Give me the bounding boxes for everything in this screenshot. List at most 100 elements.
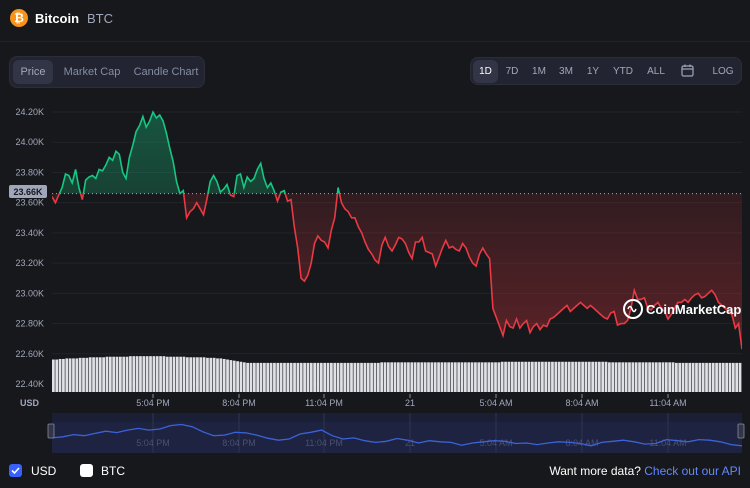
volume-bar xyxy=(316,362,320,392)
volume-bar xyxy=(105,356,109,392)
volume-bar xyxy=(125,356,129,392)
svg-text:23.66K: 23.66K xyxy=(13,187,43,197)
navigator-right-handle[interactable] xyxy=(737,423,745,439)
volume-bar xyxy=(504,361,507,392)
volume-bar xyxy=(407,362,410,392)
volume-bars xyxy=(52,356,742,392)
volume-bar xyxy=(108,356,112,392)
volume-bar xyxy=(390,362,394,392)
volume-bar xyxy=(72,358,75,392)
api-cta: Want more data? Check out our API xyxy=(549,464,741,478)
volume-bar xyxy=(608,362,611,392)
volume-bar xyxy=(601,361,605,392)
volume-bar xyxy=(239,361,243,392)
volume-bar xyxy=(520,361,524,392)
x-tick-label: 11:04 PM xyxy=(305,398,343,408)
watermark: CoinMarketCap xyxy=(623,299,741,319)
volume-bar xyxy=(88,357,92,392)
volume-bar xyxy=(85,357,89,392)
y-axis-ticks: 24.20K 24.00K 23.80K 23.60K 23.40K 23.20K 23.0… xyxy=(15,107,44,389)
y-tick-label: 23.60K xyxy=(15,198,44,208)
volume-bar xyxy=(695,362,698,392)
volume-bar xyxy=(376,362,380,392)
volume-bar xyxy=(252,362,256,392)
btc-checkbox[interactable] xyxy=(80,464,93,477)
y-tick-label: 22.80K xyxy=(15,319,44,329)
volume-bar xyxy=(159,356,162,392)
volume-bar xyxy=(420,362,424,392)
volume-bar xyxy=(129,356,132,392)
volume-bar xyxy=(624,362,628,392)
y-tick-label: 22.60K xyxy=(15,349,44,359)
volume-bar xyxy=(561,361,564,392)
volume-bar xyxy=(654,362,658,392)
navigator[interactable]: 5:04 PM 8:04 PM 11:04 PM 21 5:04 AM 8:04 AM 11… xyxy=(47,413,745,453)
x-tick-label: 5:04 AM xyxy=(479,398,512,408)
volume-bar xyxy=(587,361,591,392)
volume-bar xyxy=(98,357,102,392)
volume-bar xyxy=(286,362,290,392)
volume-bar xyxy=(216,358,219,392)
volume-bar xyxy=(484,362,487,392)
volume-bar xyxy=(336,362,340,392)
volume-bar xyxy=(383,362,387,392)
y-tick-label: 24.00K xyxy=(15,137,44,147)
volume-bar xyxy=(115,356,119,392)
volume-bar xyxy=(386,362,390,392)
volume-bar xyxy=(567,361,571,392)
volume-bar xyxy=(701,362,705,392)
volume-bar xyxy=(685,362,688,392)
volume-bar xyxy=(343,362,347,392)
volume-bar xyxy=(474,362,477,392)
volume-bar xyxy=(112,356,116,392)
volume-bar xyxy=(638,362,641,392)
api-link[interactable]: Check out our API xyxy=(644,464,741,478)
volume-bar xyxy=(222,358,226,392)
volume-bar xyxy=(330,362,333,392)
volume-bar xyxy=(78,357,82,392)
usd-checkbox[interactable] xyxy=(9,464,22,477)
volume-bar xyxy=(283,362,286,392)
volume-bar xyxy=(340,362,343,392)
volume-bar xyxy=(618,362,621,392)
volume-bar xyxy=(373,362,377,392)
volume-bar xyxy=(564,361,568,392)
volume-bar xyxy=(718,362,722,392)
volume-bar xyxy=(400,362,404,392)
volume-bar xyxy=(95,357,99,392)
volume-bar xyxy=(651,362,655,392)
x-tick-label: 21 xyxy=(405,398,415,408)
volume-bar xyxy=(289,362,293,392)
volume-bar xyxy=(246,362,250,392)
volume-bar xyxy=(169,356,172,392)
volume-bar xyxy=(527,361,531,392)
volume-bar xyxy=(149,356,152,392)
check-icon xyxy=(11,467,20,475)
volume-bar xyxy=(534,361,538,392)
usd-label: USD xyxy=(31,464,57,478)
volume-bar xyxy=(440,362,444,392)
volume-bar xyxy=(544,361,548,392)
volume-bar xyxy=(202,357,206,392)
volume-bar xyxy=(192,357,196,392)
navigator-tick-label: 5:04 AM xyxy=(479,438,512,448)
volume-bar xyxy=(179,356,183,392)
y-tick-label: 23.80K xyxy=(15,167,44,177)
price-chart: 24.20K 24.00K 23.80K 23.60K 23.40K 23.20K 23.0… xyxy=(9,107,745,453)
volume-bar xyxy=(139,356,142,392)
volume-bar xyxy=(480,362,484,392)
volume-bar xyxy=(132,356,136,392)
navigator-left-handle[interactable] xyxy=(47,423,55,439)
volume-bar xyxy=(313,362,317,392)
volume-bar xyxy=(584,361,588,392)
volume-bar xyxy=(648,362,651,392)
volume-bar xyxy=(514,361,517,392)
x-axis-ticks: 5:04 PM 8:04 PM 11:04 PM 21 5:04 AM 8:04 AM 11… xyxy=(136,394,687,408)
volume-bar xyxy=(360,362,363,392)
volume-bar xyxy=(574,361,578,392)
volume-bar xyxy=(259,362,263,392)
volume-bar xyxy=(671,362,675,392)
volume-bar xyxy=(55,359,59,392)
volume-bar xyxy=(691,362,695,392)
volume-bar xyxy=(403,362,407,392)
